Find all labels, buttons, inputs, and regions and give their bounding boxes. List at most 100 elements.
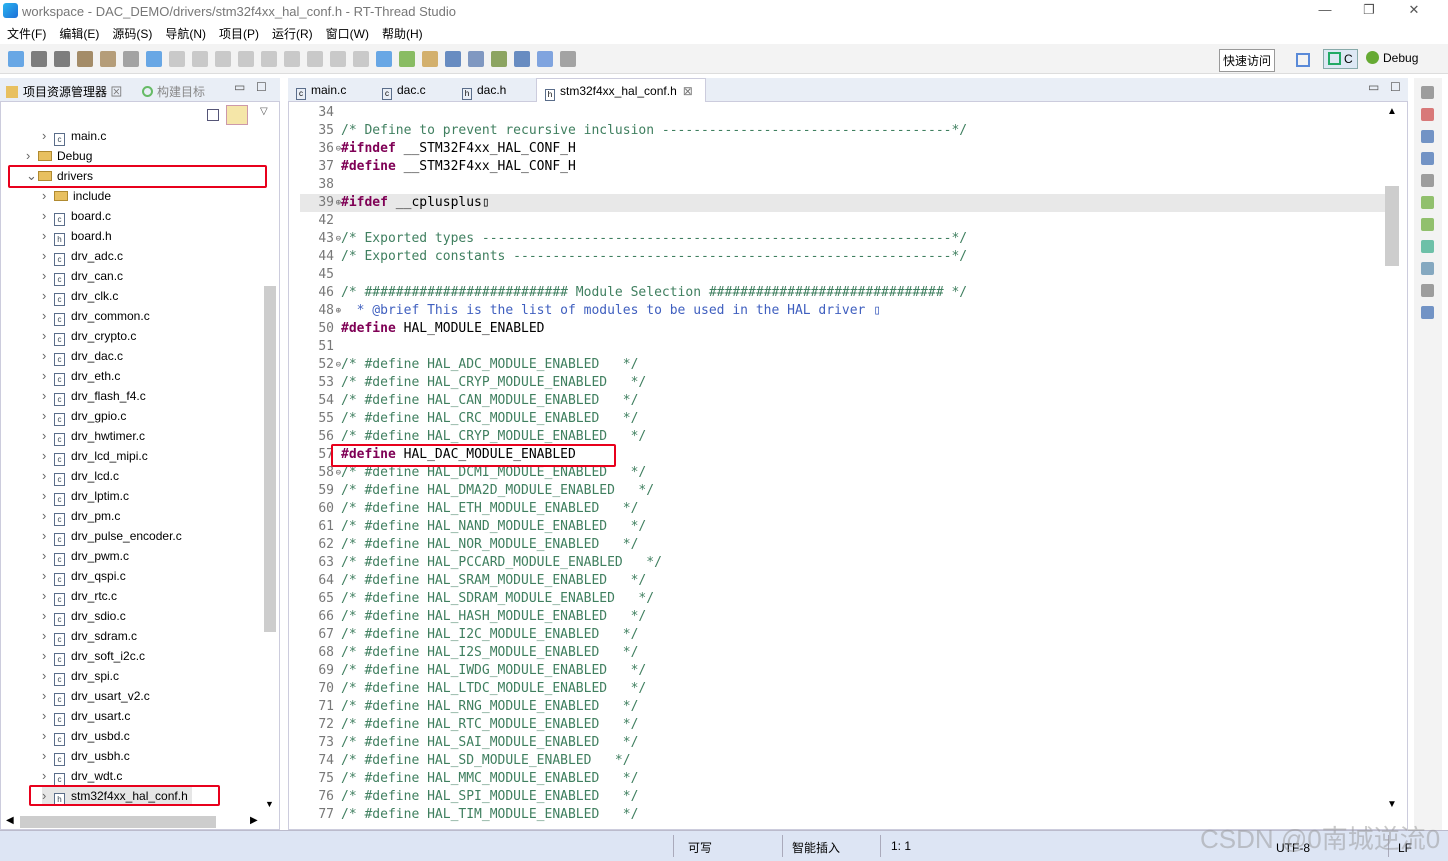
- view-shortcut-icon[interactable]: [1421, 196, 1434, 209]
- editor-tab[interactable]: c dac.c: [374, 78, 434, 102]
- editor-minimize-button[interactable]: ▭: [1368, 80, 1379, 94]
- toolbar-button-icon[interactable]: [353, 51, 369, 67]
- editor-scroll-up-icon[interactable]: ▲: [1387, 106, 1397, 117]
- minimize-button[interactable]: —: [1310, 2, 1340, 20]
- chevron-right-icon[interactable]: ›: [42, 726, 54, 746]
- toolbar-button-icon[interactable]: [261, 51, 277, 67]
- tree-item[interactable]: › c drv_usart_v2.c: [42, 686, 150, 706]
- tree-item[interactable]: › c drv_flash_f4.c: [42, 386, 146, 406]
- view-shortcut-icon[interactable]: [1421, 240, 1434, 253]
- toolbar-button-icon[interactable]: [169, 51, 185, 67]
- tree-item[interactable]: › c drv_gpio.c: [42, 406, 126, 426]
- chevron-right-icon[interactable]: ›: [42, 406, 54, 426]
- chevron-right-icon[interactable]: ›: [42, 426, 54, 446]
- chevron-right-icon[interactable]: ›: [42, 246, 54, 266]
- link-editor-icon[interactable]: [226, 105, 248, 125]
- tree-item[interactable]: › c drv_rtc.c: [42, 586, 117, 606]
- expand-fold-icon[interactable]: ⊕: [336, 302, 341, 320]
- tree-item[interactable]: › c drv_pm.c: [42, 506, 120, 526]
- chevron-right-icon[interactable]: ›: [42, 466, 54, 486]
- tree-item[interactable]: › h board.h: [42, 226, 112, 246]
- toolbar-button-icon[interactable]: [560, 51, 576, 67]
- chevron-right-icon[interactable]: ›: [42, 126, 54, 146]
- menu-item[interactable]: 编辑(E): [52, 22, 105, 42]
- scroll-left-icon[interactable]: ◀: [6, 815, 14, 826]
- tree-item[interactable]: › c drv_pwm.c: [42, 546, 129, 566]
- chevron-right-icon[interactable]: ›: [42, 646, 54, 666]
- toolbar-button-icon[interactable]: [330, 51, 346, 67]
- toolbar-button-icon[interactable]: [445, 51, 461, 67]
- expand-fold-icon[interactable]: ⊕: [336, 194, 341, 212]
- close-tab-icon[interactable]: ⊠: [683, 84, 693, 98]
- minimize-panel-button[interactable]: ▭: [234, 80, 245, 94]
- editor-vertical-scrollbar[interactable]: [1385, 186, 1399, 266]
- maximize-button[interactable]: ❐: [1354, 2, 1384, 20]
- toolbar-button-icon[interactable]: [422, 51, 438, 67]
- tree-item[interactable]: › c drv_usbd.c: [42, 726, 130, 746]
- tree-vertical-scrollbar[interactable]: [264, 286, 276, 632]
- toolbar-button-icon[interactable]: [537, 51, 553, 67]
- menu-item[interactable]: 运行(R): [265, 22, 319, 42]
- menu-item[interactable]: 项目(P): [212, 22, 265, 42]
- chevron-right-icon[interactable]: ›: [42, 486, 54, 506]
- perspective-c-button[interactable]: C: [1323, 49, 1358, 69]
- toolbar-button-icon[interactable]: [8, 51, 24, 67]
- tab-project-explorer[interactable]: 项目资源管理器 ⊠: [6, 83, 122, 100]
- tree-item[interactable]: › c drv_soft_i2c.c: [42, 646, 145, 666]
- toolbar-button-icon[interactable]: [514, 51, 530, 67]
- chevron-right-icon[interactable]: ›: [42, 506, 54, 526]
- tree-item[interactable]: › c board.c: [42, 206, 111, 226]
- chevron-right-icon[interactable]: ›: [26, 146, 38, 166]
- chevron-right-icon[interactable]: ›: [42, 766, 54, 786]
- tab-build-targets[interactable]: 构建目标: [142, 83, 205, 100]
- toolbar-button-icon[interactable]: [399, 51, 415, 67]
- chevron-right-icon[interactable]: ›: [42, 586, 54, 606]
- tree-item[interactable]: › c drv_can.c: [42, 266, 123, 286]
- editor-tab[interactable]: c main.c: [288, 78, 354, 102]
- collapse-fold-icon[interactable]: ⊖: [336, 140, 341, 158]
- scroll-down-icon[interactable]: ▼: [265, 799, 274, 809]
- chevron-right-icon[interactable]: ›: [42, 526, 54, 546]
- chevron-right-icon[interactable]: ›: [42, 346, 54, 366]
- view-shortcut-icon[interactable]: [1421, 284, 1434, 297]
- chevron-right-icon[interactable]: ›: [42, 186, 54, 206]
- editor-maximize-button[interactable]: ☐: [1390, 80, 1401, 94]
- toolbar-button-icon[interactable]: [491, 51, 507, 67]
- toolbar-button-icon[interactable]: [100, 51, 116, 67]
- collapse-all-icon[interactable]: [207, 109, 219, 121]
- tree-item[interactable]: › c drv_sdram.c: [42, 626, 137, 646]
- tree-item[interactable]: › c drv_usbh.c: [42, 746, 130, 766]
- collapse-fold-icon[interactable]: ⊖: [336, 356, 341, 374]
- chevron-right-icon[interactable]: ›: [42, 706, 54, 726]
- toolbar-button-icon[interactable]: [284, 51, 300, 67]
- tree-item[interactable]: › c drv_wdt.c: [42, 766, 122, 786]
- chevron-right-icon[interactable]: ›: [42, 666, 54, 686]
- tree-item[interactable]: › Debug: [26, 146, 92, 166]
- close-tab-icon[interactable]: ⊠: [110, 85, 122, 99]
- view-shortcut-icon[interactable]: [1421, 306, 1434, 319]
- chevron-right-icon[interactable]: ›: [42, 286, 54, 306]
- chevron-right-icon[interactable]: ›: [42, 326, 54, 346]
- chevron-right-icon[interactable]: ›: [42, 366, 54, 386]
- editor-tab[interactable]: h stm32f4xx_hal_conf.h ⊠: [536, 78, 706, 102]
- tree-item[interactable]: › c drv_spi.c: [42, 666, 119, 686]
- toolbar-button-icon[interactable]: [31, 51, 47, 67]
- layout-icon[interactable]: [1296, 53, 1310, 67]
- toolbar-button-icon[interactable]: [146, 51, 162, 67]
- tree-item[interactable]: › c drv_sdio.c: [42, 606, 126, 626]
- tree-item[interactable]: › c drv_crypto.c: [42, 326, 136, 346]
- toolbar-button-icon[interactable]: [376, 51, 392, 67]
- tree-item[interactable]: › c drv_usart.c: [42, 706, 130, 726]
- editor-scroll-down-icon[interactable]: ▼: [1387, 799, 1397, 810]
- menu-item[interactable]: 窗口(W): [319, 22, 375, 42]
- view-shortcut-icon[interactable]: [1421, 108, 1434, 121]
- toolbar-button-icon[interactable]: [123, 51, 139, 67]
- tree-horizontal-scrollbar[interactable]: [20, 816, 216, 828]
- menu-item[interactable]: 导航(N): [158, 22, 212, 42]
- chevron-right-icon[interactable]: ›: [42, 206, 54, 226]
- chevron-right-icon[interactable]: ›: [42, 446, 54, 466]
- perspective-debug-button[interactable]: Debug: [1366, 51, 1418, 65]
- chevron-right-icon[interactable]: ›: [42, 546, 54, 566]
- chevron-right-icon[interactable]: ›: [42, 306, 54, 326]
- toolbar-button-icon[interactable]: [77, 51, 93, 67]
